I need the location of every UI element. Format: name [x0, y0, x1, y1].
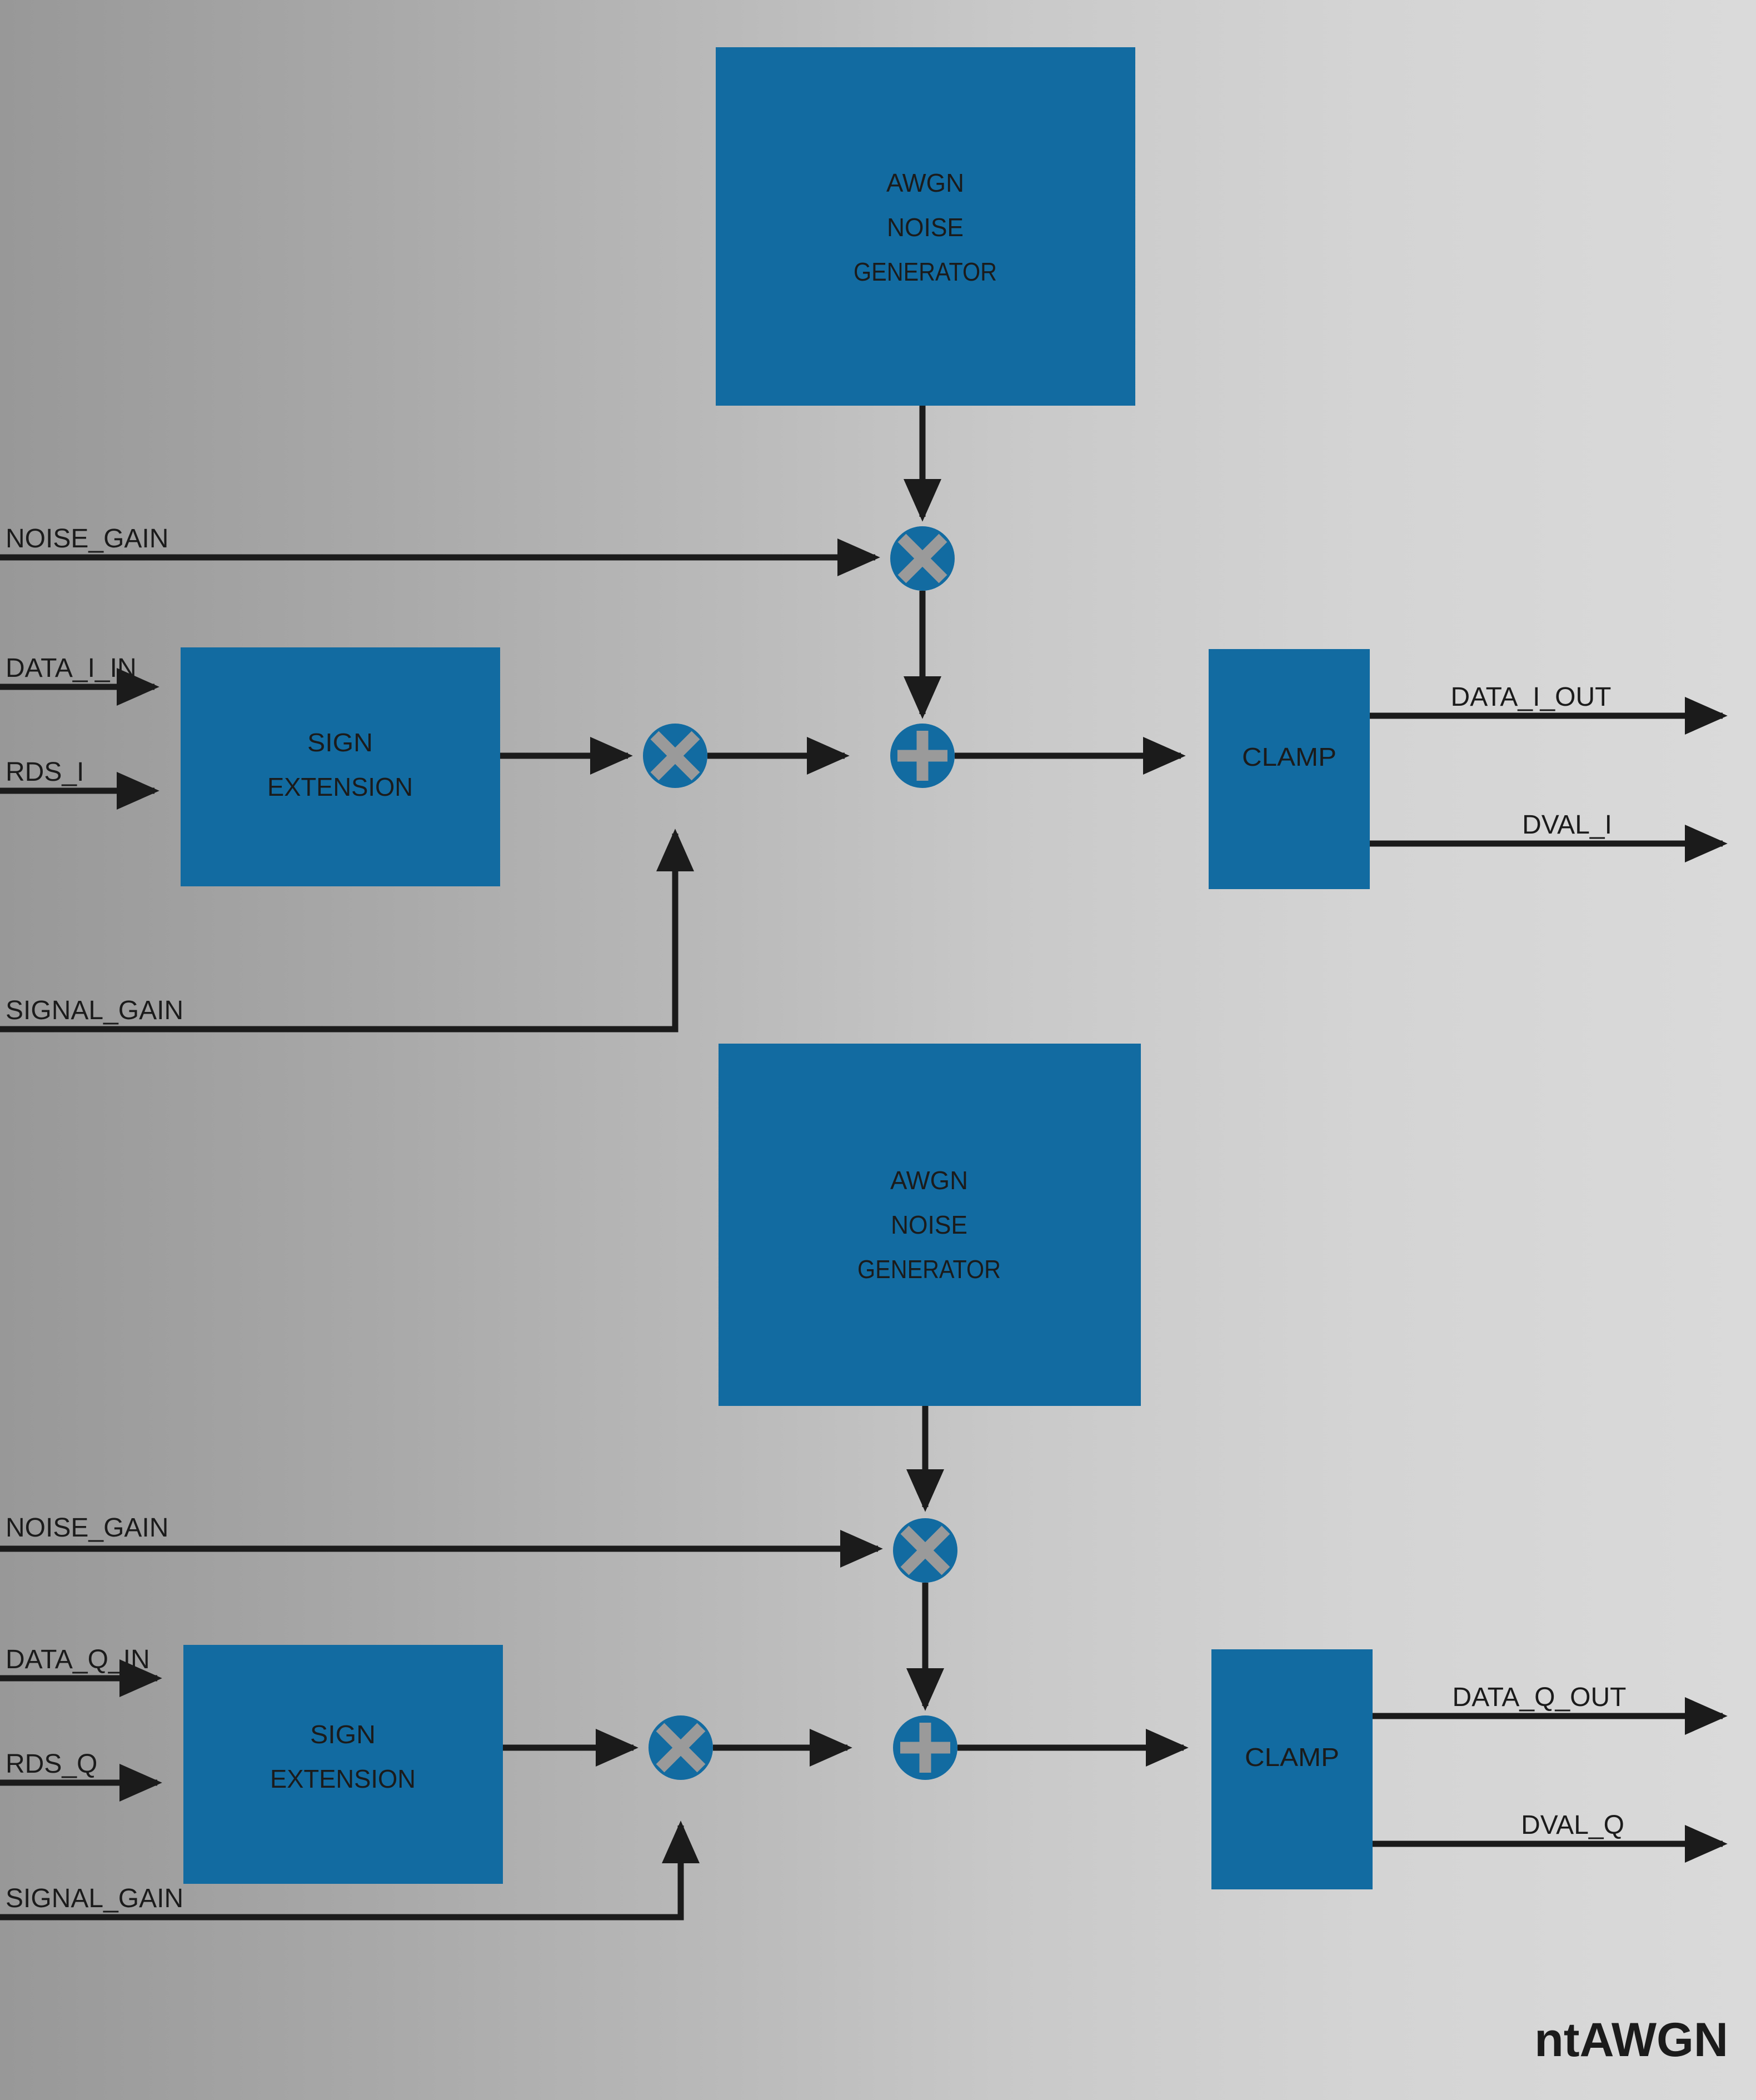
awgn-noise-generator-label-i-line3: GENERATOR — [854, 257, 997, 286]
awgn-noise-generator-label-q-line3: GENERATOR — [857, 1255, 1001, 1284]
sign-extension-label-i-line2: EXTENSION — [267, 772, 413, 801]
clamp-label-i: CLAMP — [1242, 742, 1336, 771]
sign-extension-label-q-line1: SIGN — [310, 1720, 376, 1749]
awgn-noise-generator-label-i-line1: AWGN — [886, 168, 964, 197]
signal-gain-label-q: SIGNAL_GAIN — [6, 1884, 183, 1913]
block-diagram: AWGN NOISE GENERATOR NOISE_GAIN DATA_I_I… — [0, 47, 1728, 2067]
clamp-label-q: CLAMP — [1245, 1743, 1339, 1772]
noise-gain-label-q: NOISE_GAIN — [6, 1513, 168, 1543]
noise-gain-label-i: NOISE_GAIN — [6, 524, 168, 553]
dval-i-label: DVAL_I — [1522, 810, 1612, 840]
signal-gain-label-i: SIGNAL_GAIN — [6, 996, 183, 1025]
awgn-noise-generator-label-i-line2: NOISE — [887, 213, 964, 242]
rds-q-label: RDS_Q — [6, 1749, 97, 1779]
rds-i-label: RDS_I — [6, 757, 84, 787]
data-q-out-label: DATA_Q_OUT — [1453, 1683, 1627, 1712]
sign-extension-label-i-line1: SIGN — [307, 728, 373, 757]
awgn-noise-generator-label-q-line1: AWGN — [890, 1166, 968, 1195]
dval-q-label: DVAL_Q — [1521, 1810, 1624, 1840]
data-i-out-label: DATA_I_OUT — [1451, 682, 1612, 712]
data-q-in-label: DATA_Q_IN — [6, 1645, 150, 1674]
awgn-noise-generator-label-q-line2: NOISE — [891, 1210, 967, 1239]
diagram-canvas: AWGN NOISE GENERATOR NOISE_GAIN DATA_I_I… — [0, 0, 1756, 2100]
module-name-label: ntAWGN — [1534, 2013, 1728, 2067]
sign-extension-label-q-line2: EXTENSION — [270, 1764, 416, 1793]
data-i-in-label: DATA_I_IN — [6, 654, 137, 683]
sign-extension-block-i[interactable] — [181, 647, 500, 886]
